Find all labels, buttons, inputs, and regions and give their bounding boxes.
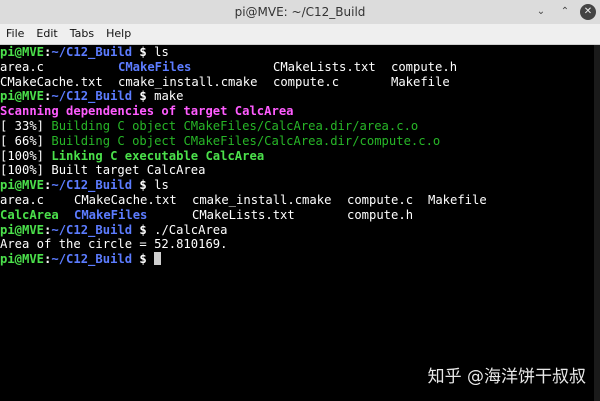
window-controls: ⌄ ⌃ ✕: [526, 0, 596, 24]
prompt-line: pi@MVE:~/C12_Build $ ls: [0, 45, 594, 60]
make-build-text: Building C object CMakeFiles/CalcArea.di…: [44, 118, 419, 133]
file-entry: compute.c: [347, 192, 414, 207]
prompt-user-host: pi@MVE: [0, 178, 45, 193]
prompt-line: pi@MVE:~/C12_Build $ ./CalcArea: [0, 223, 594, 238]
file-entry: CMakeCache.txt: [74, 192, 177, 207]
command-text: ./CalcArea: [154, 222, 228, 237]
file-entry: CMakeCache.txt: [0, 74, 103, 89]
terminal-window: pi@MVE: ~/C12_Build ⌄ ⌃ ✕ File Edit Tabs…: [0, 0, 600, 401]
ls-row: CMakeCache.txt cmake_install.cmake compute…: [0, 75, 594, 90]
prompt-symbol: $: [132, 178, 155, 193]
menu-tabs[interactable]: Tabs: [64, 24, 100, 44]
menu-edit[interactable]: Edit: [30, 24, 63, 44]
prompt-user-host: pi@MVE: [0, 45, 45, 59]
ls-row: area.c CMakeCache.txt cmake_install.cmake c…: [0, 193, 594, 208]
prompt-symbol: $: [132, 222, 155, 237]
prompt-path: ~/C12_Build: [51, 89, 133, 104]
file-entry: area.c: [0, 59, 45, 74]
ls-row: CalcArea CMakeFiles CMakeLists.txt compute.…: [0, 208, 594, 223]
menu-help[interactable]: Help: [100, 24, 137, 44]
make-build-line: [ 33%] Building C object CMakeFiles/Calc…: [0, 119, 594, 134]
prompt-path: ~/C12_Build: [51, 45, 133, 59]
file-entry: compute.h: [391, 59, 458, 74]
menu-bar: File Edit Tabs Help: [0, 24, 600, 45]
make-percent: [ 33%]: [0, 118, 45, 133]
close-button[interactable]: ✕: [580, 4, 596, 20]
dir-entry: CMakeFiles: [118, 59, 192, 74]
prompt-line: pi@MVE:~/C12_Build $ make: [0, 89, 594, 104]
command-text: make: [154, 89, 184, 104]
minimize-button[interactable]: ⌄: [532, 3, 550, 21]
make-build-line: [ 66%] Building C object CMakeFiles/Calc…: [0, 134, 594, 149]
prompt-line: pi@MVE:~/C12_Build $: [0, 252, 594, 267]
command-text: ls: [154, 178, 169, 193]
make-link-text: Linking C executable CalcArea: [44, 148, 265, 163]
file-entry: compute.c: [273, 74, 340, 89]
prompt-path: ~/C12_Build: [51, 222, 133, 237]
file-entry: CMakeLists.txt: [273, 59, 376, 74]
maximize-button[interactable]: ⌃: [556, 3, 574, 21]
file-entry: cmake_install.cmake: [192, 192, 332, 207]
file-entry: cmake_install.cmake: [118, 74, 258, 89]
file-entry: Makefile: [428, 192, 487, 207]
file-entry: CMakeLists.txt: [192, 207, 295, 222]
prompt-user-host: pi@MVE: [0, 222, 45, 237]
make-percent: [100%]: [0, 148, 45, 163]
prompt-user-host: pi@MVE: [0, 89, 45, 104]
dir-entry: CMakeFiles: [74, 207, 148, 222]
file-entry: compute.h: [347, 207, 414, 222]
file-entry: area.c: [0, 192, 45, 207]
title-bar[interactable]: pi@MVE: ~/C12_Build ⌄ ⌃ ✕: [0, 0, 600, 25]
watermark: 知乎 @海洋饼干叔叔: [427, 367, 586, 387]
terminal-output[interactable]: pi@MVE:~/C12_Build $ ls area.c CMakeFiles…: [0, 45, 594, 401]
file-entry: Makefile: [391, 74, 450, 89]
prompt-symbol: $: [132, 45, 155, 59]
ls-row: area.c CMakeFiles CMakeLists.txt compute.h: [0, 60, 594, 75]
make-built-line: [100%] Built target CalcArea: [0, 163, 206, 178]
make-build-text: Building C object CMakeFiles/CalcArea.di…: [44, 133, 441, 148]
prompt-line: pi@MVE:~/C12_Build $ ls: [0, 178, 594, 193]
menu-file[interactable]: File: [0, 24, 30, 44]
program-output: Area of the circle = 52.810169.: [0, 237, 228, 252]
prompt-symbol: $: [132, 89, 155, 104]
window-title: pi@MVE: ~/C12_Build: [234, 5, 366, 19]
prompt-path: ~/C12_Build: [51, 252, 133, 267]
text-cursor[interactable]: [154, 252, 162, 266]
make-scanning: Scanning dependencies of target CalcArea: [0, 104, 294, 119]
executable-entry: CalcArea: [0, 207, 59, 222]
command-text: ls: [154, 45, 169, 59]
prompt-symbol: $: [132, 252, 155, 267]
make-link-line: [100%] Linking C executable CalcArea: [0, 149, 594, 164]
prompt-path: ~/C12_Build: [51, 178, 133, 193]
terminal-scrollbar[interactable]: [594, 45, 600, 401]
make-percent: [ 66%]: [0, 133, 45, 148]
prompt-user-host: pi@MVE: [0, 252, 45, 267]
